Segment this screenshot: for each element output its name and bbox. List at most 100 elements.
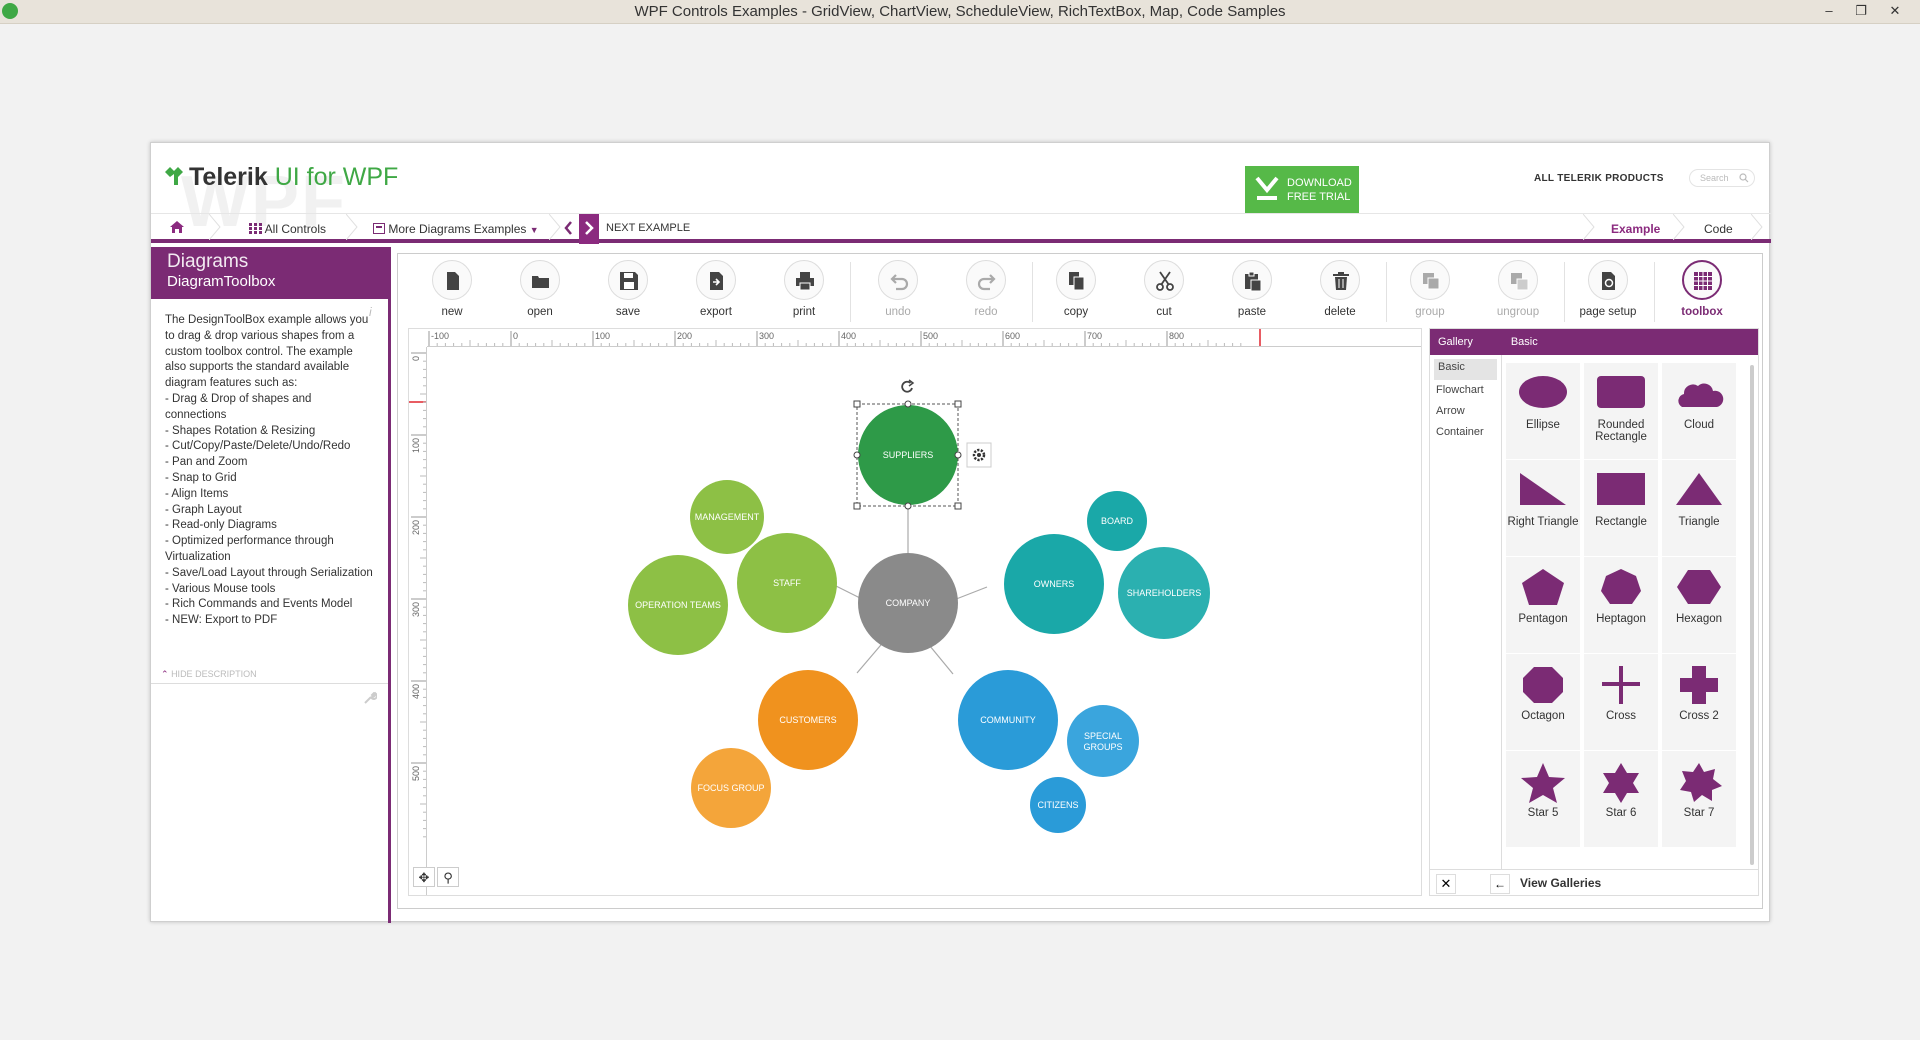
shape-item-rectangle[interactable]: Rectangle [1584, 460, 1658, 556]
shape-item-star7[interactable]: Star 7 [1662, 751, 1736, 847]
control-title: Diagrams [167, 251, 249, 272]
cut-button[interactable]: cut [1120, 258, 1208, 320]
node-label: SHAREHOLDERS [1127, 588, 1202, 598]
save-button[interactable]: save [584, 258, 672, 320]
maximize-button[interactable]: ❐ [1846, 0, 1876, 22]
rotate-handle-icon[interactable] [901, 379, 915, 393]
shape-item-octagon[interactable]: Octagon [1506, 654, 1580, 750]
shape-item-ellipse[interactable]: Ellipse [1506, 363, 1580, 459]
toolbox-footer: ✕ ← View Galleries [1430, 869, 1758, 896]
hide-description-button[interactable]: ⌃ HIDE DESCRIPTION [161, 669, 257, 680]
arrow-left-icon[interactable]: ← [1490, 874, 1510, 894]
delete-button[interactable]: delete [1296, 258, 1384, 320]
ruler-label: 600 [1005, 331, 1020, 341]
node-management[interactable]: MANAGEMENT [690, 480, 764, 554]
group-button[interactable]: group [1386, 258, 1474, 320]
diagram-surface[interactable]: MANAGEMENT STAFF OPERATION TEAMS COMPANY… [427, 347, 1422, 896]
undo-button[interactable]: undo [854, 258, 942, 320]
close-button[interactable]: ✕ [1880, 0, 1910, 22]
shape-label: Star 7 [1683, 807, 1715, 819]
node-customers[interactable]: CUSTOMERS [758, 670, 858, 770]
diagram-canvas[interactable]: -100 0 100 200 300 400 500 600 700 800 0 100 200 300… [408, 328, 1422, 896]
shape-item-rounded-rectangle[interactable]: Rounded Rectangle [1584, 363, 1658, 459]
shape-item-cross2[interactable]: Cross 2 [1662, 654, 1736, 750]
node-label: CITIZENS [1037, 800, 1078, 810]
page-setup-icon [1602, 272, 1615, 290]
all-products-link[interactable]: ALL TELERIK PRODUCTS [1534, 173, 1664, 184]
download-trial-button[interactable]: DOWNLOAD FREE TRIAL [1245, 166, 1359, 213]
node-operation-teams[interactable]: OPERATION TEAMS [628, 555, 728, 655]
redo-button[interactable]: redo [942, 258, 1030, 320]
node-citizens[interactable]: CITIZENS [1030, 777, 1086, 833]
home-icon[interactable] [169, 220, 185, 234]
info-icon[interactable]: i [369, 305, 372, 319]
minimize-button[interactable]: – [1814, 0, 1844, 22]
tab-code[interactable]: Code [1704, 222, 1733, 236]
node-focus-group[interactable]: FOCUS GROUP [691, 748, 771, 828]
paste-button[interactable]: paste [1208, 258, 1296, 320]
description-panel: Diagrams DiagramToolbox i The DesignTool… [151, 247, 391, 923]
node-shareholders[interactable]: SHAREHOLDERS [1118, 547, 1210, 639]
ungroup-button[interactable]: ungroup [1474, 258, 1562, 320]
chevron-up-icon: ⌃ [161, 669, 169, 679]
ruler-label: 0 [513, 331, 518, 341]
node-company[interactable]: COMPANY [858, 553, 958, 653]
shape-item-triangle[interactable]: Triangle [1662, 460, 1736, 556]
shape-item-hexagon[interactable]: Hexagon [1662, 557, 1736, 653]
right-triangle-icon [1520, 473, 1566, 505]
gallery-item-basic[interactable]: Basic [1434, 359, 1497, 380]
pan-icon[interactable]: ✥ [413, 867, 435, 887]
shape-item-right-triangle[interactable]: Right Triangle [1506, 460, 1580, 556]
shape-item-cross[interactable]: Cross [1584, 654, 1658, 750]
shape-item-heptagon[interactable]: Heptagon [1584, 557, 1658, 653]
telerik-logo[interactable]: Telerik UI for WPF [163, 163, 398, 192]
export-label: export [700, 306, 732, 318]
export-button[interactable]: export [672, 258, 760, 320]
examples-icon [373, 223, 385, 234]
toolbox-scrollbar[interactable] [1750, 365, 1754, 865]
shape-label: Octagon [1521, 710, 1565, 722]
copy-button[interactable]: copy [1032, 258, 1120, 320]
print-label: print [792, 306, 816, 318]
node-community[interactable]: COMMUNITY [958, 670, 1058, 770]
toolbar-separator [850, 262, 851, 322]
star6-icon [1603, 763, 1639, 803]
shape-item-cloud[interactable]: Cloud [1662, 363, 1736, 459]
node-special-groups[interactable]: SPECIAL GROUPS [1067, 705, 1139, 777]
trash-icon [1333, 272, 1349, 290]
ruler-label: 100 [595, 331, 610, 341]
search-input[interactable]: Search [1689, 169, 1755, 187]
shape-item-pentagon[interactable]: Pentagon [1506, 557, 1580, 653]
gallery-item-flowchart[interactable]: Flowchart [1430, 380, 1501, 401]
gallery-item-container[interactable]: Container [1430, 422, 1501, 443]
redo-label: redo [974, 306, 998, 318]
settings-gear-icon[interactable] [966, 442, 992, 468]
more-examples-dropdown[interactable]: More Diagrams Examples ▼ [373, 222, 539, 236]
shape-item-star6[interactable]: Star 6 [1584, 751, 1658, 847]
node-board[interactable]: BOARD [1087, 491, 1147, 551]
wrench-icon[interactable] [363, 691, 377, 705]
ruler-label: 300 [411, 602, 421, 617]
gallery-item-arrow[interactable]: Arrow [1430, 401, 1501, 422]
node-owners[interactable]: OWNERS [1004, 534, 1104, 634]
view-galleries-button[interactable]: View Galleries [1520, 876, 1601, 890]
page-setup-button[interactable]: page setup [1564, 258, 1652, 320]
node-staff[interactable]: STAFF [737, 533, 837, 633]
node-suppliers[interactable]: SUPPLIERS [858, 405, 958, 505]
toolbox-button[interactable]: toolbox [1658, 258, 1746, 320]
shape-item-star5[interactable]: Star 5 [1506, 751, 1580, 847]
tab-example[interactable]: Example [1611, 222, 1660, 236]
all-controls-label: All Controls [264, 222, 327, 236]
close-icon[interactable]: ✕ [1436, 874, 1456, 894]
node-label: GROUPS [1083, 742, 1122, 752]
all-controls-link[interactable]: All Controls [249, 222, 326, 236]
open-button[interactable]: open [496, 258, 584, 320]
gallery-list: Basic Flowchart Arrow Container [1430, 355, 1502, 870]
next-example-link[interactable]: NEXT EXAMPLE [606, 222, 690, 234]
save-label: save [615, 306, 641, 318]
zoom-icon[interactable]: ⚲ [437, 867, 459, 887]
new-button[interactable]: new [408, 258, 496, 320]
grid-icon [249, 223, 262, 234]
print-button[interactable]: print [760, 258, 848, 320]
cross2-icon [1680, 666, 1718, 704]
